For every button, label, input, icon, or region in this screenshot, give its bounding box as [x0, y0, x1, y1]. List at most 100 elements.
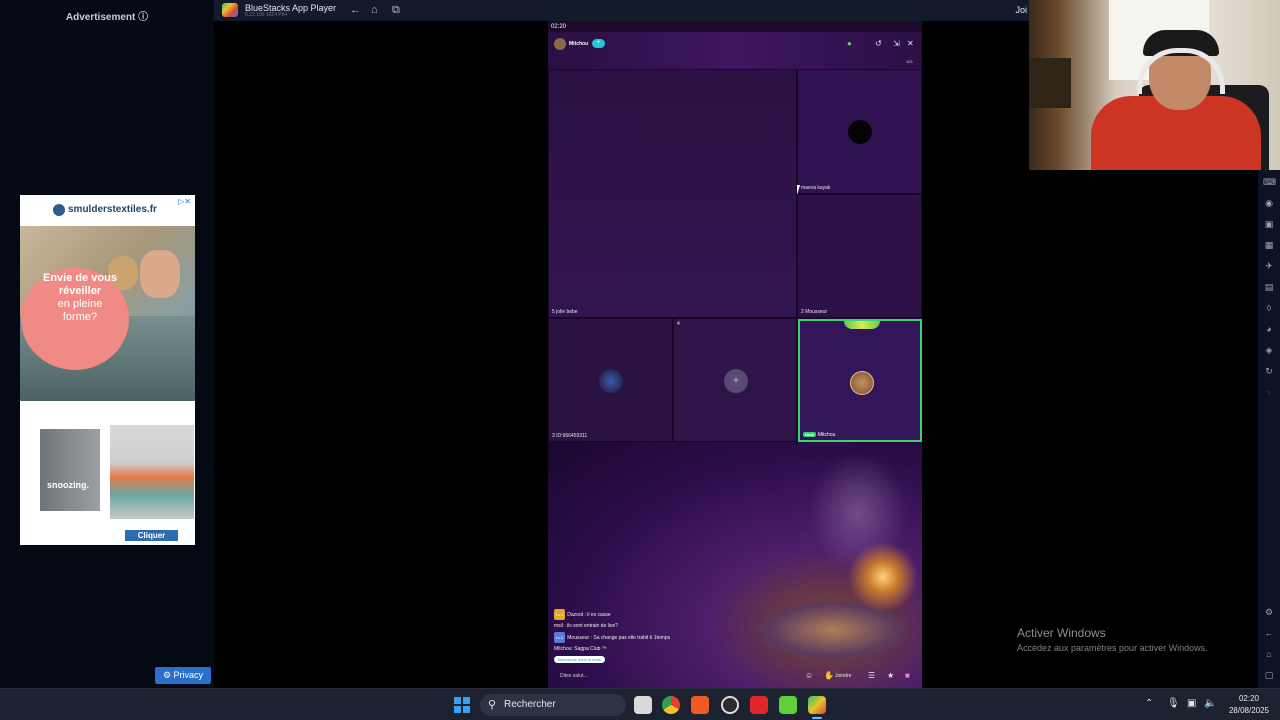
- youtube-icon[interactable]: [750, 696, 768, 714]
- host-name[interactable]: Mitchou: [569, 41, 588, 47]
- mouse-cursor: [797, 185, 800, 195]
- hand-icon[interactable]: ✋: [824, 671, 834, 680]
- app-green-icon[interactable]: [779, 696, 797, 714]
- home-icon[interactable]: ⌂: [1263, 648, 1275, 660]
- ad-brand[interactable]: smulderstextiles.fr: [68, 204, 157, 215]
- seat-label: 4: [677, 321, 680, 327]
- chat-input[interactable]: Dites salut...: [560, 673, 588, 679]
- ad-bubble-line: forme?: [62, 311, 98, 323]
- seat-tile[interactable]: 3 ID:966459311: [548, 318, 673, 442]
- host-badge: Host: [803, 432, 816, 437]
- ad-banner[interactable]: smulderstextiles.fr ▷✕ Envie de vous rév…: [20, 195, 195, 545]
- crown-icon: [844, 321, 880, 329]
- recent-apps-icon[interactable]: ⧉: [392, 4, 400, 17]
- ad-bed-product-image[interactable]: [110, 425, 194, 519]
- seat-tile[interactable]: 5 jolie bebe: [548, 69, 797, 318]
- back-icon[interactable]: ←: [1263, 627, 1275, 639]
- start-button[interactable]: [454, 697, 470, 713]
- add-seat-icon[interactable]: +: [724, 369, 748, 393]
- windows-activation-watermark: Activer Windows Accédez aux paramètres p…: [1017, 626, 1208, 653]
- back-icon[interactable]: ←: [350, 4, 361, 16]
- seat-tile[interactable]: 2 Mousseur: [797, 194, 922, 318]
- taskbar-search[interactable]: ⚲ Rechercher: [480, 694, 626, 716]
- emoji-icon[interactable]: ☺: [805, 671, 813, 680]
- screenshot-icon[interactable]: ▣: [1263, 218, 1275, 230]
- bag-icon[interactable]: ★: [887, 671, 894, 680]
- search-placeholder: Rechercher: [504, 699, 556, 710]
- settings-icon[interactable]: ⚙: [1263, 606, 1275, 618]
- desktop-screen: Advertisement ⓘ smulderstextiles.fr ▷✕ E…: [0, 0, 1280, 720]
- status-time: 02:20: [551, 24, 567, 30]
- activation-title: Activer Windows: [1017, 626, 1106, 640]
- minimize-icon[interactable]: ⇲: [893, 39, 900, 48]
- close-icon[interactable]: ✕: [907, 39, 914, 48]
- taskbar-clock[interactable]: 02:20 28/08/2025: [1226, 693, 1272, 717]
- ad-bubble-line: Envie de vous: [43, 272, 117, 284]
- join-link[interactable]: Joi: [1015, 5, 1027, 15]
- ad-bubble-line: en pleine: [57, 298, 103, 310]
- level-badge: Lv.1: [554, 609, 566, 620]
- media-icon[interactable]: ▦: [1263, 239, 1275, 251]
- recent-apps-icon[interactable]: ▢: [1263, 669, 1275, 681]
- bluestacks-taskbar-icon[interactable]: [808, 696, 826, 714]
- brand-logo-icon: [53, 204, 65, 216]
- ad-choices-icon[interactable]: ▷✕: [178, 197, 191, 206]
- file-explorer-icon[interactable]: [634, 696, 652, 714]
- chat-message: Lv.1 Dazoot : il es casse: [554, 609, 794, 621]
- ad-product-box-image[interactable]: [40, 429, 100, 511]
- keyboard-icon[interactable]: ⌨: [1263, 176, 1276, 188]
- follow-button[interactable]: +: [592, 39, 605, 48]
- chat-message: Lv.2 Mousseur : Sa change pas elle trahit…: [554, 632, 794, 644]
- chat-text: Mousseur : Sa change pas elle trahit ti …: [567, 635, 671, 641]
- gamepad-icon[interactable]: ◉: [1263, 197, 1275, 209]
- ad-product-label: snoozing.: [47, 480, 89, 490]
- host-avatar[interactable]: [554, 38, 566, 50]
- seat-label: maeva kayak: [801, 185, 831, 191]
- join-button[interactable]: Joindre: [835, 673, 851, 679]
- tray-chevron-icon[interactable]: ⌃: [1145, 698, 1153, 709]
- chat-text: Mitchou: Sagpa Club ™: [554, 646, 607, 652]
- taskbar: ⚲ Rechercher ⌃ 🎙 ▣ 🔈 02:20 28/08/2025: [0, 688, 1280, 720]
- bluestacks-sidebar: ⌨ ◉ ▣ ▦ ✈ ▤ ◊ ◕ ◈ ↻ ▫ ⚙ ← ⌂ ▢: [1258, 170, 1280, 688]
- host-label: Mitchou: [817, 432, 836, 438]
- home-icon[interactable]: ⌂: [371, 4, 378, 16]
- microphone-icon[interactable]: 🎙: [1167, 698, 1180, 709]
- more-icon[interactable]: ▫: [1263, 386, 1275, 398]
- seat-tile-host[interactable]: Host Mitchou: [798, 319, 922, 442]
- obs-icon[interactable]: [721, 696, 739, 714]
- chat-message: Mitchou: Sagpa Club ™: [554, 644, 794, 655]
- airplane-icon[interactable]: ✈: [1263, 260, 1275, 272]
- seat-tile[interactable]: maeva kayak: [797, 69, 922, 194]
- active-app-indicator: [812, 717, 822, 719]
- app-screen: 02:20 Mitchou + ● ↺ ⇲ ✕ 421 5 jolie bebe…: [548, 21, 922, 688]
- chat-message: Bienvenue dans la room: [554, 655, 794, 666]
- network-icon[interactable]: ▣: [1187, 698, 1196, 709]
- ad-header: Advertisement ⓘ: [65, 12, 149, 23]
- brave-icon[interactable]: [691, 696, 709, 714]
- share-icon[interactable]: ↺: [875, 39, 882, 48]
- webcam-shelf: [1029, 58, 1071, 108]
- seat-label: 2 Mousseur: [801, 309, 828, 315]
- eraser-icon[interactable]: ◊: [1263, 302, 1275, 314]
- chrome-icon[interactable]: [662, 696, 680, 714]
- layers-icon[interactable]: ◈: [1263, 344, 1275, 356]
- chat-text: Dazoot : il es casse: [567, 612, 611, 618]
- seat-avatar: [599, 369, 623, 393]
- seat-tile-empty[interactable]: 4 +: [673, 318, 797, 442]
- status-icon[interactable]: ●: [847, 39, 852, 48]
- privacy-button[interactable]: ⚙ Privacy: [155, 667, 211, 684]
- bluestacks-logo-icon: [222, 3, 238, 17]
- level-badge: Lv.2: [554, 632, 566, 643]
- gift-icon[interactable]: ■: [905, 671, 910, 680]
- ad-cta-button[interactable]: Cliquer: [125, 530, 178, 541]
- chat-message: msil : ils sont entrain de live?: [554, 621, 794, 632]
- volume-icon[interactable]: 🔈: [1204, 698, 1216, 709]
- ad-bubble-line: réveiller: [58, 285, 102, 297]
- menu-icon[interactable]: ☰: [868, 671, 875, 680]
- activation-subtitle: Accédez aux paramètres pour activer Wind…: [1017, 643, 1208, 653]
- ad-person-image: [140, 250, 180, 298]
- rotate-icon[interactable]: ↻: [1263, 365, 1275, 377]
- files-icon[interactable]: ▤: [1263, 281, 1275, 293]
- welcome-pill: Bienvenue dans la room: [554, 656, 606, 663]
- location-icon[interactable]: ◕: [1263, 323, 1275, 335]
